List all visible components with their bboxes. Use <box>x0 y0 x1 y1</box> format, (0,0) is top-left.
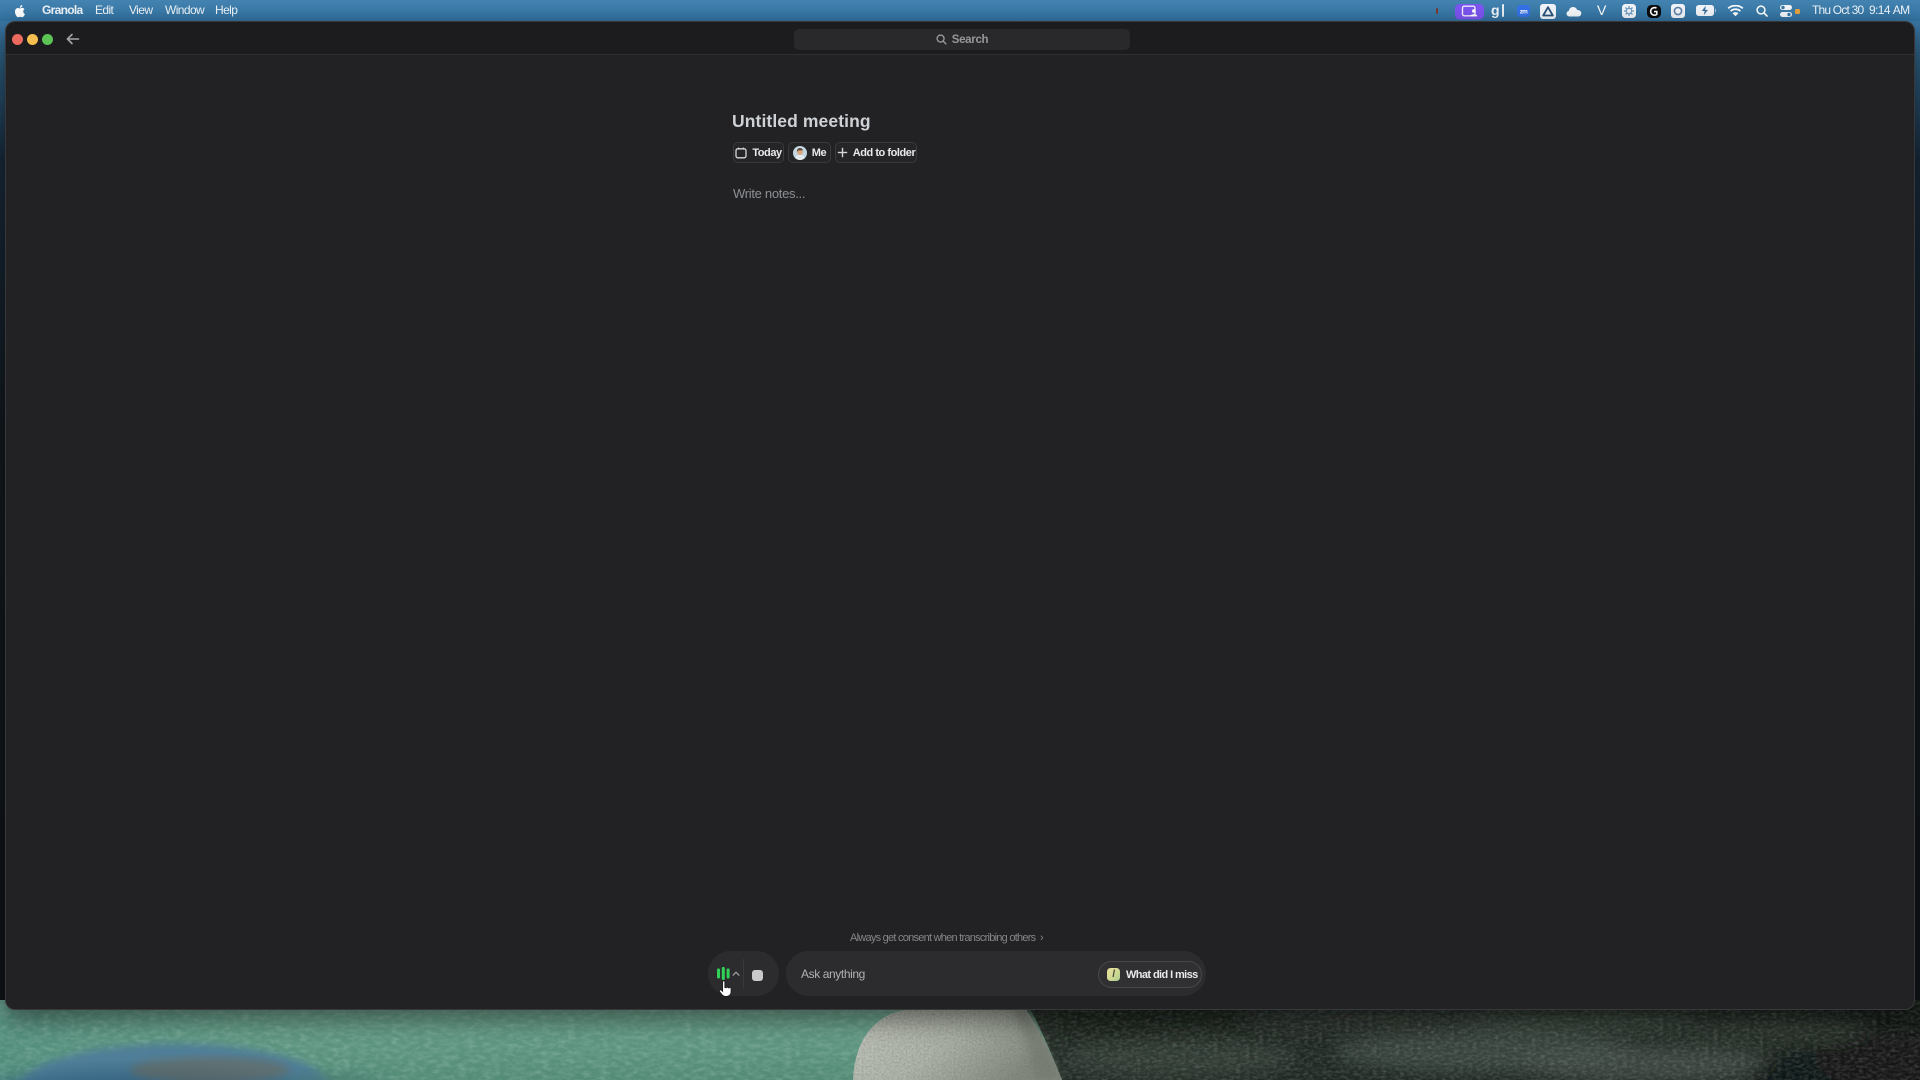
svg-text:zm: zm <box>1520 8 1528 15</box>
